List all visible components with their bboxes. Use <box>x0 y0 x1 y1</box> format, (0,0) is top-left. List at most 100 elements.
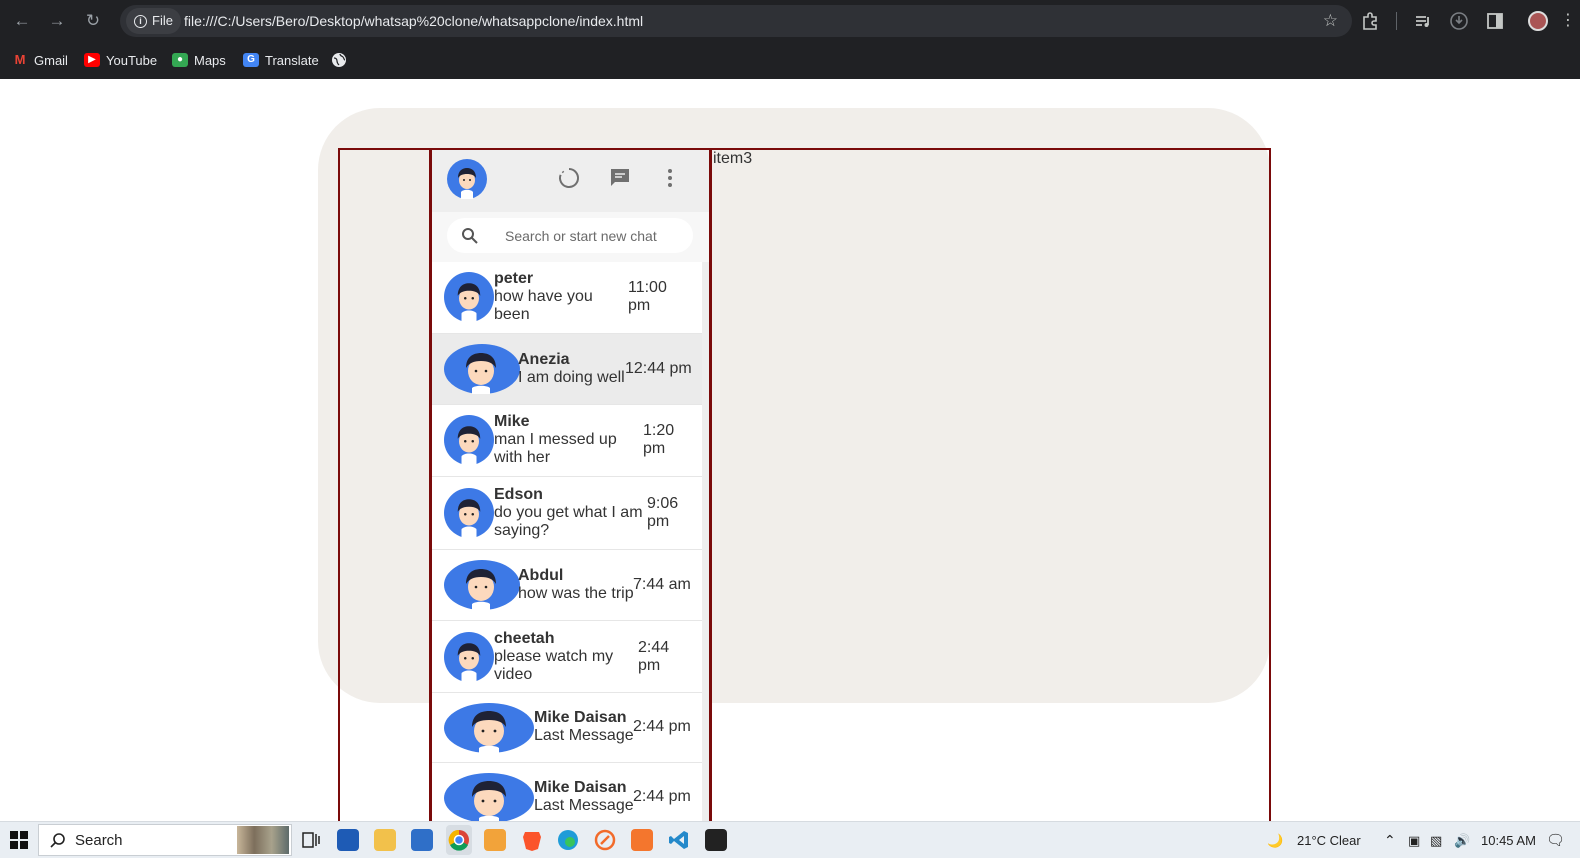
media-control-icon[interactable] <box>1413 11 1433 37</box>
contact-name: Anezia <box>518 351 570 368</box>
message-time: 2:44 pm <box>633 718 691 735</box>
profile-avatar[interactable] <box>1528 11 1548 31</box>
back-icon[interactable]: ← <box>11 10 33 32</box>
contact-name: cheetah <box>494 630 555 647</box>
reload-icon[interactable]: ↻ <box>82 10 104 32</box>
task-view-icon[interactable] <box>300 829 322 851</box>
chat-item[interactable]: cheetah please watch my video 2:44 pm <box>432 621 702 693</box>
chevron-up-icon[interactable]: ⌃ <box>1384 822 1396 859</box>
translate-icon: G <box>243 53 259 67</box>
bookmark-label: Maps <box>194 52 226 68</box>
chat-item[interactable]: Mike man I messed up with her 1:20 pm <box>432 405 702 477</box>
vscode-icon[interactable] <box>668 829 690 851</box>
chat-item[interactable]: Edson do you get what I am saying? 9:06 … <box>432 477 702 550</box>
contact-avatar <box>444 560 520 610</box>
battery-icon[interactable]: ▧ <box>1430 822 1442 859</box>
last-message: how was the trip <box>518 585 634 602</box>
bookmark-maps[interactable]: ● Maps <box>172 50 226 70</box>
globe-icon <box>332 53 346 67</box>
downloads-icon[interactable] <box>1449 11 1469 37</box>
chat-item[interactable]: Abdul how was the trip 7:44 am <box>432 550 702 621</box>
youtube-icon: ▶ <box>84 53 100 67</box>
message-time: 1:20 pm <box>643 422 675 457</box>
contact-name: Edson <box>494 486 543 503</box>
sublime-icon[interactable] <box>484 829 506 851</box>
last-message: do you get what I am saying? <box>494 504 643 539</box>
contact-name: Mike Daisan <box>534 779 627 796</box>
bookmark-gmail[interactable]: M Gmail <box>12 50 68 70</box>
store-icon[interactable] <box>337 829 359 851</box>
extensions-icon[interactable] <box>1360 11 1380 37</box>
postman-icon[interactable] <box>631 829 653 851</box>
last-message: I am doing well <box>518 369 625 386</box>
message-time: 12:44 pm <box>625 360 692 377</box>
last-message: how have you been <box>494 288 593 323</box>
contact-avatar <box>444 703 534 753</box>
message-time: 2:44 pm <box>638 639 670 674</box>
weather-text[interactable]: 21°C Clear <box>1297 822 1361 859</box>
mail-icon[interactable] <box>411 829 433 851</box>
weather-icon[interactable]: 🌙 <box>1267 822 1283 859</box>
message-time: 11:00 pm <box>628 279 667 314</box>
app-orange-icon[interactable] <box>594 829 616 851</box>
search-box[interactable] <box>447 218 693 253</box>
volume-icon[interactable]: 🔊 <box>1454 822 1470 859</box>
file-explorer-icon[interactable] <box>374 829 396 851</box>
maps-icon: ● <box>172 53 188 67</box>
menu-dots-icon[interactable] <box>658 166 682 190</box>
search-icon <box>462 228 478 244</box>
last-message: man I messed up with her <box>494 431 617 466</box>
network-icon[interactable]: ▣ <box>1408 822 1420 859</box>
sidebar-header <box>432 150 709 212</box>
browser-menu-icon[interactable]: ⋮ <box>1560 11 1576 31</box>
my-avatar[interactable] <box>447 159 487 199</box>
side-panel-icon[interactable] <box>1485 11 1505 37</box>
notifications-icon[interactable]: 🗨 <box>1546 822 1565 859</box>
new-chat-icon[interactable] <box>608 166 632 190</box>
site-info-chip[interactable]: i File <box>126 8 181 34</box>
toolbar-divider <box>1396 12 1397 30</box>
chat-item[interactable]: peter how have you been 11:00 pm <box>432 262 702 334</box>
contact-name: Abdul <box>518 567 564 584</box>
chat-item[interactable]: Mike Daisan Last Message 2:44 pm <box>432 763 702 822</box>
bookmark-label: Translate <box>265 52 319 68</box>
chat-item[interactable]: Mike Daisan Last Message 2:44 pm <box>432 693 702 763</box>
chat-sidebar: peter how have you been 11:00 pm Anezia … <box>432 150 709 822</box>
address-bar[interactable]: i File file:///C:/Users/Bero/Desktop/wha… <box>120 5 1352 37</box>
chrome-icon <box>448 829 469 851</box>
site-info-label: File <box>152 13 173 28</box>
bookmark-globe[interactable] <box>331 50 347 70</box>
brave-icon[interactable] <box>521 829 543 851</box>
url-text[interactable]: file:///C:/Users/Bero/Desktop/whatsap%20… <box>184 5 643 37</box>
search-highlight-image <box>237 826 289 854</box>
contact-avatar <box>444 773 534 822</box>
bookmark-star-icon[interactable]: ☆ <box>1323 11 1338 31</box>
chrome-taskbar-button[interactable] <box>446 825 472 855</box>
bookmark-youtube[interactable]: ▶ YouTube <box>84 50 157 70</box>
info-icon: i <box>134 14 147 28</box>
search-input[interactable] <box>505 218 685 253</box>
edge-icon[interactable] <box>557 829 579 851</box>
last-message: Last Message <box>534 797 634 814</box>
search-icon <box>50 833 65 848</box>
contact-avatar <box>444 415 494 465</box>
browser-toolbar: ← → ↻ i File file:///C:/Users/Bero/Deskt… <box>0 0 1580 42</box>
clock[interactable]: 10:45 AM <box>1481 822 1536 859</box>
windows-start-icon[interactable] <box>10 831 28 849</box>
bookmark-translate[interactable]: G Translate <box>243 50 319 70</box>
chat-item[interactable]: Anezia I am doing well 12:44 pm <box>432 334 702 405</box>
item3-label: item3 <box>713 150 753 167</box>
last-message: Last Message <box>534 727 634 744</box>
message-time: 2:44 pm <box>633 788 691 805</box>
taskbar-search[interactable]: Search <box>38 824 292 856</box>
forward-icon[interactable]: → <box>46 10 68 32</box>
bookmarks-bar: M Gmail ▶ YouTube ● Maps G Translate <box>0 42 1580 79</box>
bookmark-label: YouTube <box>106 52 158 68</box>
windows-taskbar: Search 🌙 21°C Clear ⌃ ▣ ▧ 🔊 10:45 AM 🗨 <box>0 821 1580 858</box>
status-icon[interactable] <box>557 166 581 190</box>
message-time: 7:44 am <box>633 576 691 593</box>
terminal-icon[interactable] <box>705 829 727 851</box>
last-message: please watch my video <box>494 648 614 683</box>
contact-avatar <box>444 632 494 682</box>
contact-name: Mike <box>494 413 530 430</box>
